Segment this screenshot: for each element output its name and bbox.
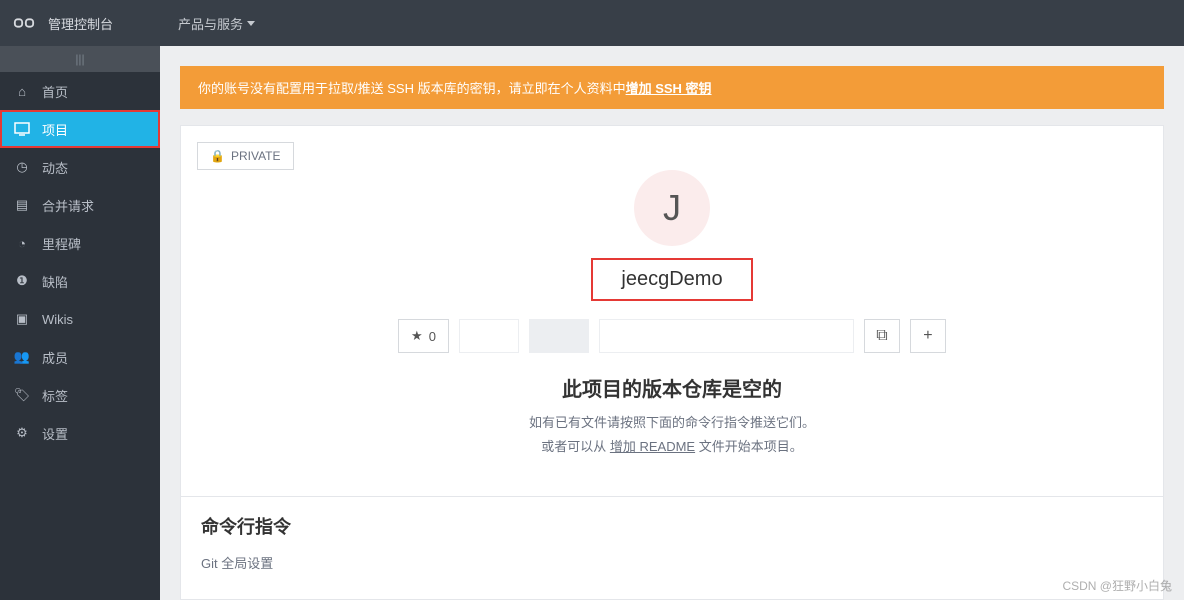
collapse-icon: ||| [75, 52, 84, 66]
project-toolbar: ★ 0 ⧉ + [197, 319, 1147, 353]
private-label: PRIVATE [231, 149, 281, 163]
sidebar: ||| ⌂ 首页 项目 ◷ 动态 ▤ 合并请求 ◔ 里程碑 ❶ 缺陷 [0, 46, 160, 600]
empty-line1: 如有已有文件请按照下面的命令行指令推送它们。 [197, 412, 1147, 431]
sidebar-item-projects[interactable]: 项目 [0, 110, 160, 148]
empty-line2: 或者可以从 增加 README 文件开始本项目。 [197, 436, 1147, 455]
cmd-title: 命令行指令 [201, 513, 1143, 539]
brand-logo[interactable] [0, 0, 48, 46]
sidebar-item-label: Wikis [42, 312, 73, 327]
sidebar-item-label: 合并请求 [42, 196, 94, 215]
sidebar-item-tags[interactable]: 🏷 标签 [0, 376, 160, 414]
sidebar-item-label: 首页 [42, 82, 68, 101]
users-icon: 👥 [14, 349, 30, 365]
layout: ||| ⌂ 首页 项目 ◷ 动态 ▤ 合并请求 ◔ 里程碑 ❶ 缺陷 [0, 46, 1184, 600]
gear-icon: ⚙ [14, 425, 30, 441]
plus-icon: + [923, 327, 932, 345]
project-name: jeecgDemo [591, 258, 752, 301]
star-count: 0 [429, 329, 436, 344]
gauge-icon: ◷ [14, 159, 30, 175]
content: 你的账号没有配置用于拉取/推送 SSH 版本库的密钥，请立即在个人资料中 增加 … [160, 46, 1184, 600]
alert-icon: ❶ [14, 273, 30, 289]
private-badge: 🔒 PRIVATE [197, 142, 294, 170]
add-ssh-key-link[interactable]: 增加 SSH 密钥 [626, 78, 712, 97]
sidebar-item-label: 项目 [42, 120, 68, 139]
sidebar-item-wikis[interactable]: ▣ Wikis [0, 300, 160, 338]
protocol-seg-2[interactable] [529, 319, 589, 353]
star-icon: ★ [411, 328, 423, 344]
products-label: 产品与服务 [178, 14, 243, 33]
topbar: 管理控制台 产品与服务 [0, 0, 1184, 46]
sidebar-item-milestones[interactable]: ◔ 里程碑 [0, 224, 160, 262]
tag-icon: 🏷 [14, 387, 30, 403]
copy-icon: ⧉ [876, 327, 887, 345]
empty-title: 此项目的版本仓库是空的 [197, 373, 1147, 402]
sidebar-collapse-toggle[interactable]: ||| [0, 46, 160, 72]
sidebar-item-label: 成员 [42, 348, 68, 367]
command-section: 命令行指令 Git 全局设置 [181, 496, 1163, 588]
alert-text: 你的账号没有配置用于拉取/推送 SSH 版本库的密钥，请立即在个人资料中 [198, 78, 626, 97]
empty-repo-notice: 此项目的版本仓库是空的 如有已有文件请按照下面的命令行指令推送它们。 或者可以从… [197, 353, 1147, 480]
star-button[interactable]: ★ 0 [398, 319, 449, 353]
sidebar-item-merge-requests[interactable]: ▤ 合并请求 [0, 186, 160, 224]
avatar-letter: J [663, 187, 681, 229]
console-title[interactable]: 管理控制台 [48, 14, 160, 33]
sidebar-item-label: 设置 [42, 424, 68, 443]
monitor-icon [14, 121, 30, 137]
sidebar-item-home[interactable]: ⌂ 首页 [0, 72, 160, 110]
sidebar-item-label: 里程碑 [42, 234, 81, 253]
sidebar-item-members[interactable]: 👥 成员 [0, 338, 160, 376]
list-icon: ▤ [14, 197, 30, 213]
sidebar-item-issues[interactable]: ❶ 缺陷 [0, 262, 160, 300]
sidebar-item-activity[interactable]: ◷ 动态 [0, 148, 160, 186]
sidebar-item-settings[interactable]: ⚙ 设置 [0, 414, 160, 452]
cmd-subtitle: Git 全局设置 [201, 553, 1143, 572]
watermark: CSDN @狂野小白兔 [1062, 577, 1172, 594]
home-icon: ⌂ [14, 83, 30, 99]
card-header: 🔒 PRIVATE J jeecgDemo ★ 0 [181, 126, 1163, 496]
sidebar-item-label: 动态 [42, 158, 68, 177]
chevron-down-icon [247, 21, 255, 26]
project-avatar: J [634, 170, 710, 246]
add-button[interactable]: + [910, 319, 946, 353]
project-card: 🔒 PRIVATE J jeecgDemo ★ 0 [180, 125, 1164, 600]
copy-button[interactable]: ⧉ [864, 319, 900, 353]
chain-icon [13, 12, 35, 34]
ssh-key-alert: 你的账号没有配置用于拉取/推送 SSH 版本库的密钥，请立即在个人资料中 增加 … [180, 66, 1164, 109]
products-dropdown[interactable]: 产品与服务 [160, 14, 273, 33]
add-readme-link[interactable]: 增加 README [610, 439, 695, 454]
sidebar-item-label: 缺陷 [42, 272, 68, 291]
sidebar-item-label: 标签 [42, 386, 68, 405]
book-icon: ▣ [14, 311, 30, 327]
lock-icon: 🔒 [210, 149, 225, 163]
clone-url-field[interactable] [599, 319, 854, 353]
protocol-seg-1[interactable] [459, 319, 519, 353]
clock-icon: ◔ [14, 235, 30, 251]
